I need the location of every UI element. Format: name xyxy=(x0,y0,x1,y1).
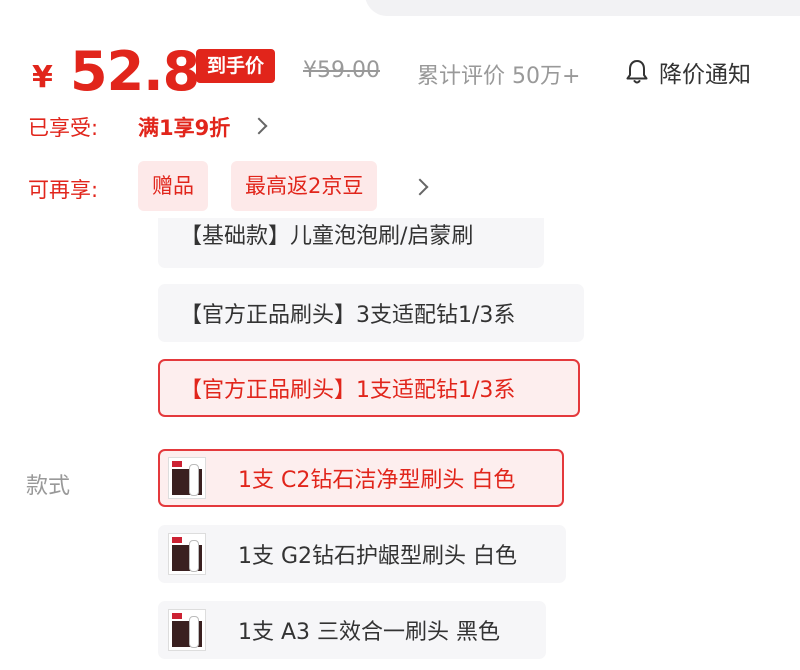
option-label: 1支 G2钻石护龈型刷头 白色 xyxy=(238,544,518,569)
enjoyed-label: 已享受: xyxy=(28,116,99,140)
promo-tag-gift[interactable]: 赠品 xyxy=(138,161,208,211)
chevron-right-icon[interactable] xyxy=(250,117,268,135)
product-thumbnail xyxy=(168,457,206,499)
notify-label: 降价通知 xyxy=(659,62,751,88)
currency-symbol: ¥ xyxy=(32,60,53,95)
final-price-badge: 到手价 xyxy=(196,49,276,83)
option-label: 1支 A3 三效合一刷头 黑色 xyxy=(238,620,501,645)
original-price: ¥59.00 xyxy=(303,58,380,83)
bell-icon xyxy=(626,60,648,84)
style-option-g2[interactable]: 1支 G2钻石护龈型刷头 白色 xyxy=(158,525,566,583)
option-label: 【官方正品刷头】3支适配钻1/3系 xyxy=(180,303,516,328)
review-count[interactable]: 累计评价 50万+ xyxy=(417,58,580,90)
option-label: 1支 C2钻石洁净型刷头 白色 xyxy=(238,468,516,493)
style-option-a3[interactable]: 1支 A3 三效合一刷头 黑色 xyxy=(158,601,546,659)
more-promo-label: 可再享: xyxy=(28,178,99,202)
price-row: ¥ 52.8 到手价 ¥59.00 累计评价 50万+ 降价通知 xyxy=(30,38,790,108)
product-thumbnail xyxy=(168,533,206,575)
current-price: 52.8 xyxy=(70,40,200,103)
style-label: 款式 xyxy=(26,474,71,499)
enjoyed-discount[interactable]: 满1享9折 xyxy=(138,112,230,142)
promo-tag-jingdou[interactable]: 最高返2京豆 xyxy=(231,161,378,211)
option-3-heads[interactable]: 【官方正品刷头】3支适配钻1/3系 xyxy=(158,284,584,342)
option-label: 【基础款】儿童泡泡刷/启蒙刷 xyxy=(180,224,474,249)
option-label: 【官方正品刷头】1支适配钻1/3系 xyxy=(180,378,516,403)
product-thumbnail xyxy=(168,609,206,651)
price-drop-notify-button[interactable]: 降价通知 xyxy=(625,52,751,92)
chevron-right-icon[interactable] xyxy=(411,178,429,196)
style-option-c2[interactable]: 1支 C2钻石洁净型刷头 白色 xyxy=(158,449,564,507)
top-panel-edge xyxy=(365,0,800,16)
option-basic-kids-brush[interactable]: 【基础款】儿童泡泡刷/启蒙刷 xyxy=(158,218,544,268)
option-1-head[interactable]: 【官方正品刷头】1支适配钻1/3系 xyxy=(158,359,580,417)
